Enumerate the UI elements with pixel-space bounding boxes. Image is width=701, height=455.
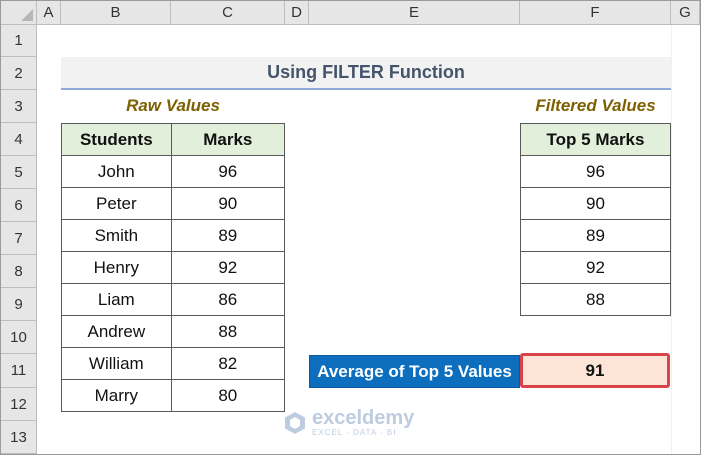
exceldemy-logo-icon	[285, 411, 305, 434]
row-header-4[interactable]: 4	[1, 123, 37, 156]
table-row: 96	[520, 155, 671, 188]
student-name-cell[interactable]: Andrew	[61, 315, 172, 348]
table-row: Andrew 88	[61, 315, 286, 348]
table-row: Liam 86	[61, 283, 286, 316]
filtered-values-table: Top 5 Marks 96 90 89 92 88	[520, 123, 671, 316]
header-marks[interactable]: Marks	[170, 123, 286, 156]
row-header-13[interactable]: 13	[1, 421, 37, 454]
student-name-cell[interactable]: Marry	[61, 379, 172, 412]
row-header-9[interactable]: 9	[1, 288, 37, 321]
row-header-3[interactable]: 3	[1, 90, 37, 123]
table-row: William 82	[61, 347, 286, 380]
student-name-cell[interactable]: John	[61, 155, 172, 188]
row-header-8[interactable]: 8	[1, 255, 37, 288]
column-header-f[interactable]: F	[520, 1, 671, 25]
student-name-cell[interactable]: William	[61, 347, 172, 380]
filtered-mark-cell[interactable]: 92	[520, 251, 671, 284]
row-header-10[interactable]: 10	[1, 321, 37, 354]
select-all-corner[interactable]	[1, 1, 37, 25]
column-header-b[interactable]: B	[61, 1, 171, 25]
raw-values-table: Students Marks John 96 Peter 90 Smith 89…	[61, 123, 286, 412]
student-name-cell[interactable]: Liam	[61, 283, 172, 316]
table-row: 88	[520, 283, 671, 316]
raw-values-caption[interactable]: Raw Values	[61, 96, 285, 116]
mark-cell[interactable]: 88	[170, 315, 286, 348]
header-students[interactable]: Students	[61, 123, 172, 156]
row-header-5[interactable]: 5	[1, 156, 37, 189]
filtered-mark-cell[interactable]: 96	[520, 155, 671, 188]
row-header-1[interactable]: 1	[1, 25, 37, 57]
student-name-cell[interactable]: Smith	[61, 219, 172, 252]
watermark-tagline: EXCEL · DATA · BI	[312, 428, 397, 437]
column-header-d[interactable]: D	[285, 1, 309, 25]
row-header-7[interactable]: 7	[1, 222, 37, 255]
mark-cell[interactable]: 92	[170, 251, 286, 284]
table-row: Marry 80	[61, 379, 286, 412]
student-name-cell[interactable]: Peter	[61, 187, 172, 220]
column-header-a[interactable]: A	[37, 1, 61, 25]
column-header-g[interactable]: G	[671, 1, 700, 25]
gridline	[671, 25, 672, 454]
sheet-title[interactable]: Using FILTER Function	[61, 57, 671, 90]
table-row: 90	[520, 187, 671, 220]
filtered-values-caption[interactable]: Filtered Values	[520, 96, 671, 116]
mark-cell[interactable]: 96	[170, 155, 286, 188]
student-name-cell[interactable]: Henry	[61, 251, 172, 284]
table-row: Smith 89	[61, 219, 286, 252]
mark-cell[interactable]: 86	[170, 283, 286, 316]
column-header-e[interactable]: E	[309, 1, 520, 25]
filtered-mark-cell[interactable]: 89	[520, 219, 671, 252]
row-header-11[interactable]: 11	[1, 354, 37, 388]
filtered-mark-cell[interactable]: 90	[520, 187, 671, 220]
table-row: Henry 92	[61, 251, 286, 284]
table-row: Peter 90	[61, 187, 286, 220]
row-header-6[interactable]: 6	[1, 189, 37, 222]
watermark-text: exceldemy EXCEL · DATA · BI	[312, 408, 414, 437]
header-top-5-marks[interactable]: Top 5 Marks	[520, 123, 671, 156]
row-header-12[interactable]: 12	[1, 388, 37, 421]
mark-cell[interactable]: 80	[170, 379, 286, 412]
column-header-c[interactable]: C	[171, 1, 285, 25]
mark-cell[interactable]: 82	[170, 347, 286, 380]
average-value-cell[interactable]: 91	[520, 353, 670, 388]
table-row: 92	[520, 251, 671, 284]
mark-cell[interactable]: 90	[170, 187, 286, 220]
table-row: 89	[520, 219, 671, 252]
row-header-2[interactable]: 2	[1, 57, 37, 90]
mark-cell[interactable]: 89	[170, 219, 286, 252]
spreadsheet: A B C D E F G 1 2 3 4 5 6 7 8 9 10 11 12…	[0, 0, 701, 455]
average-label-cell[interactable]: Average of Top 5 Values	[309, 355, 520, 388]
watermark-name: exceldemy	[312, 407, 415, 429]
exceldemy-watermark: exceldemy EXCEL · DATA · BI	[284, 408, 414, 437]
filtered-mark-cell[interactable]: 88	[520, 283, 671, 316]
table-row: John 96	[61, 155, 286, 188]
